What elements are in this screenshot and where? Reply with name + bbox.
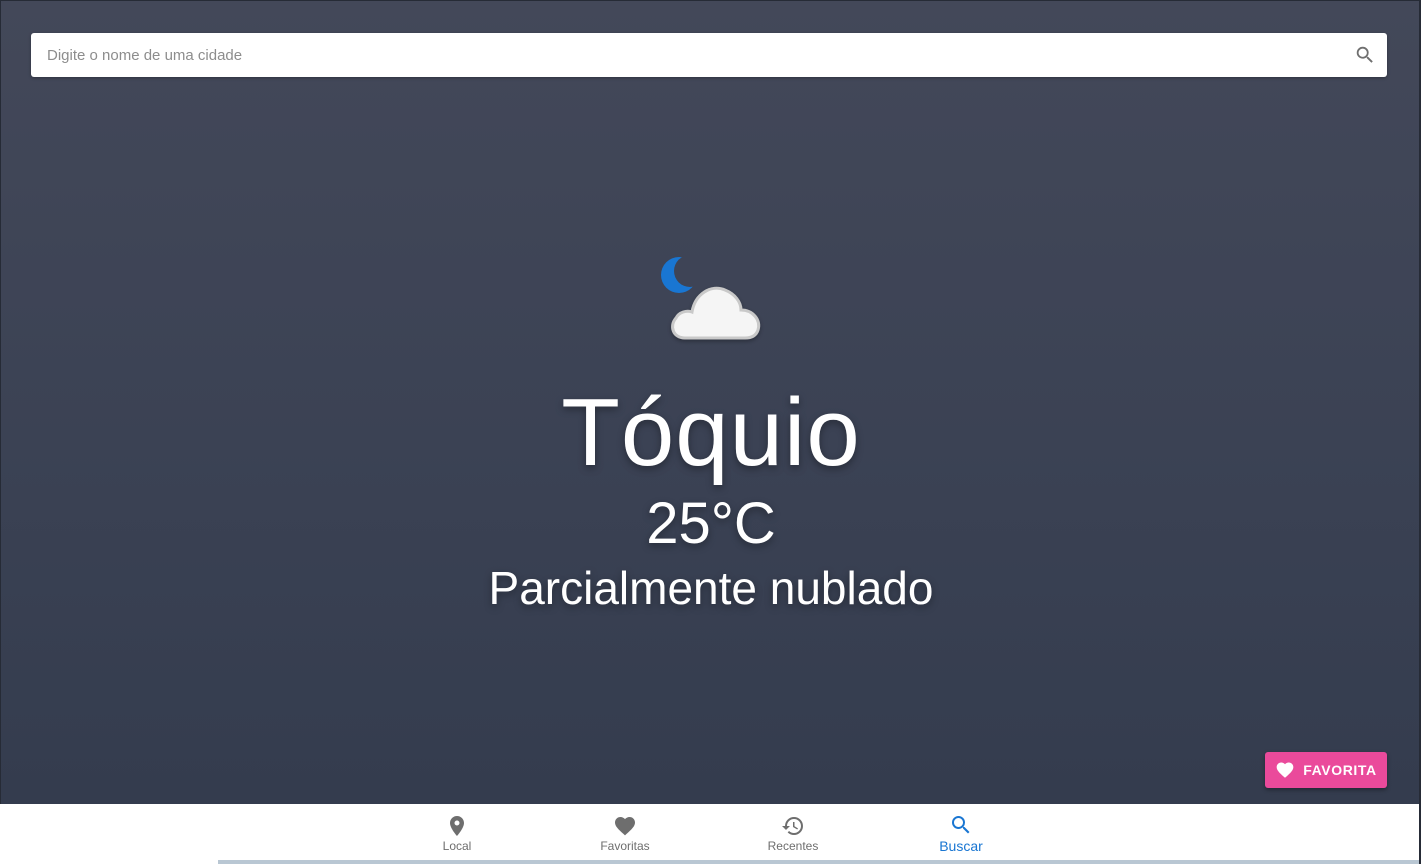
location-pin-icon: [445, 814, 469, 838]
favorite-button-label: FAVORITA: [1303, 762, 1377, 778]
window-border-top: [0, 0, 1421, 1]
weather-app: Tóquio 25°C Parcialmente nublado FAVORIT…: [0, 0, 1421, 864]
city-search-input[interactable]: [31, 33, 1343, 77]
bottom-strip: [218, 860, 1419, 864]
temperature: 25°C: [646, 491, 776, 556]
search-icon[interactable]: [1343, 33, 1387, 77]
window-border-left: [0, 0, 1, 804]
search-bar: [31, 33, 1387, 77]
main-weather-panel: Tóquio 25°C Parcialmente nublado FAVORIT…: [1, 1, 1419, 804]
bottom-navigation: Local Favoritas Recentes Buscar: [218, 804, 1419, 860]
search-icon: [949, 813, 973, 837]
weather-condition: Parcialmente nublado: [488, 562, 934, 614]
heart-icon: [1275, 760, 1295, 780]
city-name: Tóquio: [561, 379, 861, 486]
history-icon: [781, 814, 805, 838]
nav-item-buscar[interactable]: Buscar: [877, 804, 1045, 860]
nav-label-recentes: Recentes: [767, 838, 819, 853]
nav-item-favoritas[interactable]: Favoritas: [541, 804, 709, 860]
nav-item-local[interactable]: Local: [373, 804, 541, 860]
nav-label-local: Local: [442, 838, 472, 853]
nav-label-favoritas: Favoritas: [600, 838, 650, 853]
nav-label-buscar: Buscar: [939, 837, 983, 854]
nav-item-recentes[interactable]: Recentes: [709, 804, 877, 860]
favorite-button[interactable]: FAVORITA: [1265, 752, 1387, 788]
moon-cloud-icon: [655, 252, 770, 347]
heart-icon: [613, 814, 637, 838]
